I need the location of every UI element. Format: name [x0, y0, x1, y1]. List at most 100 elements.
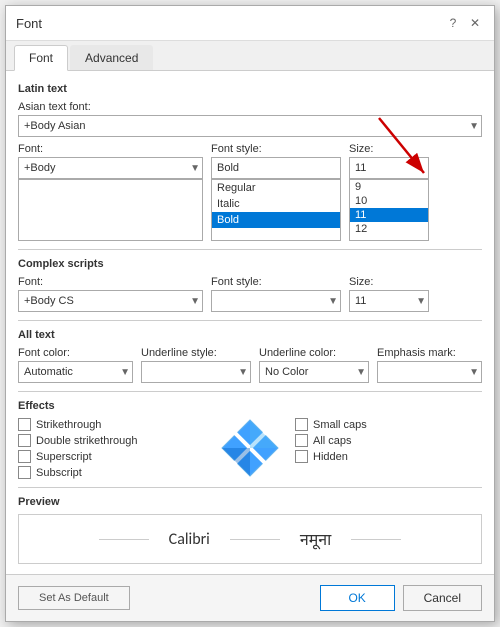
tab-advanced[interactable]: Advanced: [70, 45, 153, 70]
font-select[interactable]: +Body: [18, 157, 203, 179]
cancel-button[interactable]: Cancel: [403, 585, 482, 611]
close-button[interactable]: ✕: [466, 14, 484, 32]
emphasis-select[interactable]: [377, 361, 482, 383]
size-9[interactable]: 9: [350, 180, 428, 194]
cs-font-select[interactable]: +Body CS: [18, 290, 203, 312]
style-regular[interactable]: Regular: [212, 180, 340, 196]
cs-style-select[interactable]: [211, 290, 341, 312]
font-style-col: Font style: Regular Italic Bold: [211, 143, 341, 241]
font-style-size-row: Font: +Body ▼ Font style: Regular Italic…: [18, 143, 482, 241]
subscript-label: Subscript: [36, 467, 82, 479]
size-list[interactable]: 9 10 11 12: [349, 179, 429, 241]
ok-button[interactable]: OK: [320, 585, 395, 611]
small-caps-label: Small caps: [313, 419, 367, 431]
font-style-input[interactable]: [211, 157, 341, 179]
asian-font-label: Asian text font:: [18, 101, 482, 113]
title-bar: Font ? ✕: [6, 6, 494, 41]
cs-size-select[interactable]: 11: [349, 290, 429, 312]
font-color-select-container: Automatic ▼: [18, 361, 133, 383]
diamond-x-icon: [220, 418, 280, 478]
asian-font-select-container: +Body Asian ▼: [18, 115, 482, 137]
set-default-button[interactable]: Set As Default: [18, 586, 130, 610]
size-input[interactable]: [349, 157, 429, 179]
effects-row: Strikethrough Double strikethrough Super…: [18, 418, 482, 479]
small-caps-item[interactable]: Small caps: [295, 418, 482, 431]
font-color-label: Font color:: [18, 347, 133, 359]
size-11[interactable]: 11: [350, 208, 428, 222]
underline-style-select-container: ▼: [141, 361, 251, 383]
font-dialog: Font ? ✕ Font Advanced Latin text Asian …: [5, 5, 495, 622]
divider-3: [18, 391, 482, 392]
font-select-container: +Body ▼: [18, 157, 203, 179]
hidden-label: Hidden: [313, 451, 348, 463]
size-12[interactable]: 12: [350, 222, 428, 236]
font-style-label: Font style:: [211, 143, 341, 155]
small-caps-checkbox[interactable]: [295, 418, 308, 431]
all-caps-item[interactable]: All caps: [295, 434, 482, 447]
all-caps-checkbox[interactable]: [295, 434, 308, 447]
effects-center-icon: [205, 418, 295, 478]
emphasis-col: Emphasis mark: ▼: [377, 347, 482, 383]
preview-line-right: [351, 539, 401, 540]
divider-4: [18, 487, 482, 488]
all-text-row: Font color: Automatic ▼ Underline style:…: [18, 347, 482, 383]
asian-font-row: Asian text font: +Body Asian ▼: [18, 101, 482, 137]
strikethrough-item[interactable]: Strikethrough: [18, 418, 205, 431]
size-col: Size: 9 10 11 12: [349, 143, 429, 241]
cs-style-col: Font style: ▼: [211, 276, 341, 312]
underline-color-select-container: No Color ▼: [259, 361, 369, 383]
dialog-content: Latin text Asian text font: +Body Asian …: [6, 71, 494, 574]
footer-right-buttons: OK Cancel: [320, 585, 482, 611]
divider-1: [18, 249, 482, 250]
cs-style-label: Font style:: [211, 276, 341, 288]
double-strikethrough-checkbox[interactable]: [18, 434, 31, 447]
double-strikethrough-item[interactable]: Double strikethrough: [18, 434, 205, 447]
font-style-listbox[interactable]: Regular Italic Bold: [211, 179, 341, 241]
preview-label: Preview: [18, 496, 482, 508]
superscript-checkbox[interactable]: [18, 450, 31, 463]
subscript-checkbox[interactable]: [18, 466, 31, 479]
subscript-item[interactable]: Subscript: [18, 466, 205, 479]
asian-font-col: Asian text font: +Body Asian ▼: [18, 101, 482, 137]
preview-text2: नमूना: [300, 528, 331, 550]
font-listbox[interactable]: [18, 179, 203, 241]
hidden-item[interactable]: Hidden: [295, 450, 482, 463]
underline-color-label: Underline color:: [259, 347, 369, 359]
cs-size-label: Size:: [349, 276, 429, 288]
effects-label: Effects: [18, 400, 482, 412]
complex-scripts-label: Complex scripts: [18, 258, 482, 270]
underline-color-select[interactable]: No Color: [259, 361, 369, 383]
effects-right: Small caps All caps Hidden: [295, 418, 482, 463]
superscript-item[interactable]: Superscript: [18, 450, 205, 463]
preview-line-mid: [230, 539, 280, 540]
title-bar-left: Font: [16, 16, 42, 31]
title-icons: ? ✕: [444, 14, 484, 32]
font-color-col: Font color: Automatic ▼: [18, 347, 133, 383]
style-bold[interactable]: Bold: [212, 212, 340, 228]
style-italic[interactable]: Italic: [212, 196, 340, 212]
asian-font-select[interactable]: +Body Asian: [18, 115, 482, 137]
underline-style-select[interactable]: [141, 361, 251, 383]
hidden-checkbox[interactable]: [295, 450, 308, 463]
preview-box: Calibri नमूना: [18, 514, 482, 564]
all-caps-label: All caps: [313, 435, 352, 447]
help-button[interactable]: ?: [444, 14, 462, 32]
strikethrough-checkbox[interactable]: [18, 418, 31, 431]
tabs-bar: Font Advanced: [6, 41, 494, 71]
font-color-select[interactable]: Automatic: [18, 361, 133, 383]
cs-font-label: Font:: [18, 276, 203, 288]
font-col: Font: +Body ▼: [18, 143, 203, 241]
size-10[interactable]: 10: [350, 194, 428, 208]
effects-left: Strikethrough Double strikethrough Super…: [18, 418, 205, 479]
tab-font[interactable]: Font: [14, 45, 68, 71]
cs-font-select-container: +Body CS ▼: [18, 290, 203, 312]
font-label: Font:: [18, 143, 203, 155]
dialog-footer: Set As Default OK Cancel: [6, 574, 494, 621]
cs-size-select-container: 11 ▼: [349, 290, 429, 312]
dialog-title: Font: [16, 16, 42, 31]
preview-line-left: [99, 539, 149, 540]
superscript-label: Superscript: [36, 451, 92, 463]
all-text-label: All text: [18, 329, 482, 341]
cs-size-col: Size: 11 ▼: [349, 276, 429, 312]
underline-style-label: Underline style:: [141, 347, 251, 359]
